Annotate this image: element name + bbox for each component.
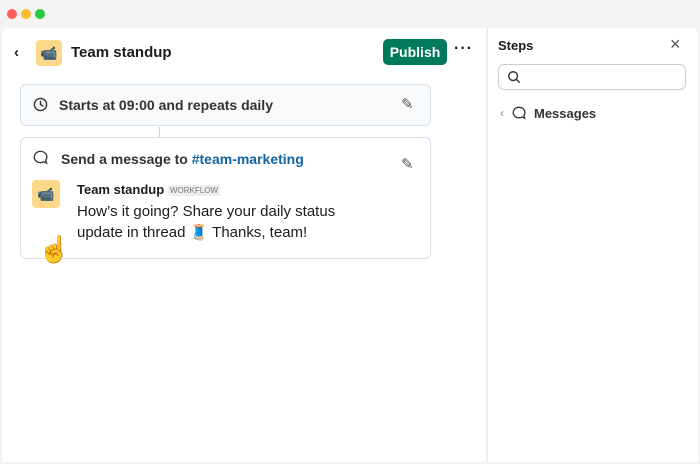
step-title-prefix: Send a message to bbox=[61, 151, 192, 167]
edit-pencil-icon[interactable]: ✎ bbox=[401, 95, 414, 113]
steps-search-input[interactable] bbox=[498, 64, 686, 90]
message-step-card[interactable]: Send a message to #team-marketing ✎ 📹 Te… bbox=[20, 137, 431, 259]
step-title: Send a message to #team-marketing bbox=[61, 151, 304, 167]
close-icon[interactable]: × bbox=[670, 34, 681, 55]
camera-icon: 📹 bbox=[40, 44, 58, 61]
steps-panel: Steps × ‹ Messages bbox=[487, 28, 698, 462]
message-line: How’s it going? Share your daily status bbox=[77, 203, 336, 220]
camera-icon: 📹 bbox=[37, 185, 55, 202]
sender-name: Team standup bbox=[77, 182, 165, 197]
workflow-editor: ‹ 📹 Team standup Publish ··· Starts at 0… bbox=[2, 28, 486, 462]
edit-pencil-icon[interactable]: ✎ bbox=[401, 155, 414, 173]
title-bar bbox=[0, 0, 700, 28]
step-connector bbox=[159, 127, 160, 137]
back-icon[interactable]: ‹ bbox=[14, 44, 19, 61]
message-bubble-icon bbox=[33, 150, 48, 165]
minimize-window-button[interactable] bbox=[21, 9, 31, 19]
trigger-step-card[interactable]: Starts at 09:00 and repeats daily ✎ bbox=[20, 84, 431, 126]
publish-button[interactable]: Publish bbox=[383, 39, 447, 65]
hand-cursor-icon: ☝ bbox=[38, 234, 71, 264]
chevron-left-icon: ‹ bbox=[500, 106, 504, 120]
steps-title: Steps bbox=[498, 38, 534, 53]
more-options-icon[interactable]: ··· bbox=[454, 40, 473, 58]
trigger-text: Starts at 09:00 and repeats daily bbox=[59, 97, 273, 113]
search-icon bbox=[508, 71, 521, 84]
steps-category-messages[interactable]: ‹ Messages bbox=[500, 104, 596, 122]
message-body: How’s it going? Share your daily status … bbox=[77, 201, 335, 243]
maximize-window-button[interactable] bbox=[35, 9, 45, 19]
channel-link[interactable]: #team-marketing bbox=[192, 151, 304, 167]
category-label: Messages bbox=[534, 105, 597, 121]
page-title: Team standup bbox=[71, 44, 172, 61]
clock-icon bbox=[33, 97, 48, 112]
close-window-button[interactable] bbox=[7, 9, 17, 19]
sender-avatar: 📹 bbox=[32, 180, 60, 208]
workflow-badge: WORKFLOW bbox=[168, 185, 220, 196]
message-bubble-icon bbox=[512, 106, 526, 120]
workflow-avatar: 📹 bbox=[36, 40, 62, 66]
message-line: update in thread 🧵 Thanks, team! bbox=[77, 224, 308, 241]
